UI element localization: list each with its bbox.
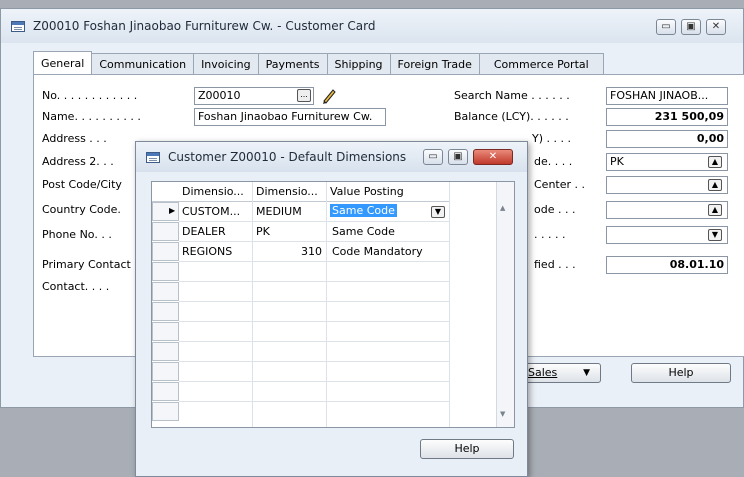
balance-label: Balance (LCY). . . . . .	[454, 110, 569, 123]
balance-due-field[interactable]: 0,00	[606, 130, 728, 148]
tab-foreign-trade[interactable]: Foreign Trade	[389, 53, 480, 74]
default-dimensions-dialog: Customer Z00010 - Default Dimensions ▭ ▣…	[135, 141, 528, 477]
scroll-up-icon[interactable]: ▲	[500, 204, 505, 212]
grid-line	[179, 381, 449, 382]
row2-dimension-code[interactable]: DEALER	[182, 225, 226, 238]
chevron-down-icon[interactable]: ▼	[431, 206, 445, 218]
grid-scrollbar[interactable]	[496, 182, 514, 427]
up-arrow-icon[interactable]: ▲	[708, 156, 722, 168]
dialog-minimize-button[interactable]: ▭	[423, 149, 443, 165]
dialog-help-button[interactable]: Help	[420, 439, 514, 459]
row-selector[interactable]	[152, 222, 179, 241]
row-selector[interactable]	[152, 262, 179, 281]
chevron-down-icon[interactable]: ▼	[708, 229, 722, 241]
name-label: Name. . . . . . . . . .	[42, 110, 141, 123]
row7-label: . . . . .	[534, 228, 566, 241]
primary-contact-label: Primary Contact	[42, 258, 131, 271]
dimensions-grid: Dimensio... Dimensio... Value Posting ▶	[151, 181, 515, 428]
maximize-button[interactable]: ▣	[681, 19, 701, 35]
grid-line	[179, 241, 449, 242]
name-field[interactable]: Foshan Jinaobao Furniturew Cw.	[194, 108, 386, 126]
grid-line	[179, 281, 449, 282]
tab-payments[interactable]: Payments	[257, 53, 328, 74]
row-selector[interactable]	[152, 282, 179, 301]
contact-label: Contact. . . .	[42, 280, 110, 293]
chevron-down-icon: ▼	[583, 368, 590, 378]
up-arrow-icon[interactable]: ▲	[708, 204, 722, 216]
grid-line	[179, 221, 449, 222]
row-selector[interactable]	[152, 242, 179, 261]
column-header-value-posting[interactable]: Value Posting	[330, 185, 404, 198]
column-header-dimension-code[interactable]: Dimensio...	[182, 185, 244, 198]
grid-line	[326, 182, 327, 427]
center-label: Center . .	[534, 178, 586, 191]
row-selector[interactable]	[152, 402, 179, 421]
dialog-title-bar[interactable]: Customer Z00010 - Default Dimensions ▭ ▣…	[136, 142, 527, 172]
phone-label: Phone No. . .	[42, 228, 112, 241]
code2-label: ode . . .	[534, 203, 576, 216]
last-modified-label: fied . . .	[534, 258, 576, 271]
row3-value-posting[interactable]: Code Mandatory	[332, 245, 423, 258]
row2-dimension-value[interactable]: PK	[256, 225, 270, 238]
country-code-label: Country Code.	[42, 203, 121, 216]
address-label: Address . . .	[42, 132, 107, 145]
row-pointer-icon: ▶	[169, 206, 176, 215]
grid-line	[179, 361, 449, 362]
dialog-close-button[interactable]: ✕	[473, 149, 513, 165]
postcode-label: Post Code/City	[42, 178, 122, 191]
grid-line	[252, 182, 253, 427]
dialog-title: Customer Z00010 - Default Dimensions	[168, 150, 407, 164]
row-selector[interactable]	[152, 382, 179, 401]
grid-line	[179, 341, 449, 342]
balance-field[interactable]: 231 500,09	[606, 108, 728, 126]
up-arrow-icon[interactable]: ▲	[708, 179, 722, 191]
row-selector[interactable]	[152, 322, 179, 341]
dialog-maximize-button[interactable]: ▣	[448, 149, 468, 165]
tab-commerce-portal[interactable]: Commerce Portal	[478, 53, 604, 74]
no-label: No. . . . . . . . . . . .	[42, 89, 138, 102]
tab-communication[interactable]: Communication	[91, 53, 195, 74]
header-divider	[152, 201, 450, 202]
balance-due-label: Y) . . . .	[532, 132, 571, 145]
row2-value-posting[interactable]: Same Code	[332, 225, 395, 238]
help-button[interactable]: Help	[631, 363, 731, 383]
row1-value-posting[interactable]: Same Code	[330, 204, 397, 217]
window-title: Z00010 Foshan Jinaobao Furniturew Cw. - …	[33, 19, 376, 33]
sales-label: Sales	[528, 366, 558, 379]
grid-line	[179, 301, 449, 302]
row-selector[interactable]	[152, 342, 179, 361]
tab-strip: General Communication Invoicing Payments…	[33, 51, 604, 75]
address2-label: Address 2. . .	[42, 155, 114, 168]
assist-edit-button[interactable]: ...	[297, 89, 311, 102]
grid-line	[179, 401, 449, 402]
dialog-form-icon	[146, 152, 160, 163]
column-header-dimension-value[interactable]: Dimensio...	[256, 185, 318, 198]
tab-general[interactable]: General	[33, 51, 93, 74]
row3-dimension-code[interactable]: REGIONS	[182, 245, 232, 258]
scroll-down-icon[interactable]: ▼	[500, 410, 505, 418]
close-button[interactable]: ✕	[706, 19, 726, 35]
tab-shipping[interactable]: Shipping	[326, 53, 391, 74]
no-field[interactable]: Z00010	[194, 87, 314, 105]
pencil-icon[interactable]	[321, 86, 337, 104]
grid-line	[449, 182, 450, 427]
last-modified-field[interactable]: 08.01.10	[606, 256, 728, 274]
window-form-icon	[11, 21, 25, 32]
row1-dimension-code[interactable]: CUSTOM...	[182, 205, 240, 218]
search-name-field[interactable]: FOSHAN JINAOB...	[606, 87, 728, 105]
row-selector[interactable]	[152, 302, 179, 321]
search-name-label: Search Name . . . . . .	[454, 89, 570, 102]
grid-line	[179, 321, 449, 322]
row-selector[interactable]	[152, 362, 179, 381]
row1-dimension-value[interactable]: MEDIUM	[256, 205, 302, 218]
row-selector[interactable]: ▶	[152, 202, 179, 221]
row3-dimension-value[interactable]: 310	[256, 245, 322, 258]
title-bar[interactable]: Z00010 Foshan Jinaobao Furniturew Cw. - …	[1, 9, 743, 43]
grid-line	[179, 261, 449, 262]
tab-invoicing[interactable]: Invoicing	[193, 53, 259, 74]
minimize-button[interactable]: ▭	[656, 19, 676, 35]
code-label: de. . . .	[534, 155, 573, 168]
